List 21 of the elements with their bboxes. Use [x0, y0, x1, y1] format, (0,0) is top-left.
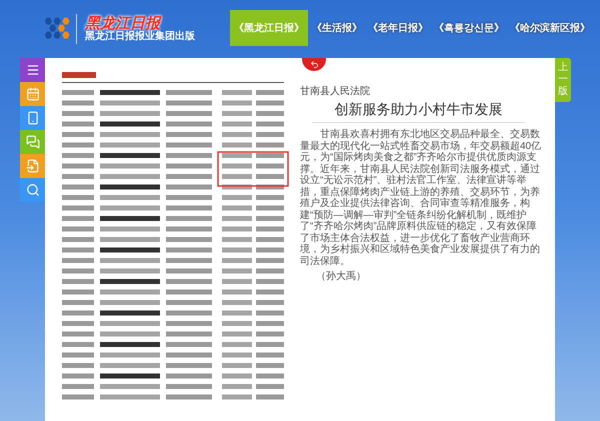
- search-icon: [26, 183, 40, 197]
- newspaper-tab[interactable]: 《老年日报》: [366, 10, 430, 46]
- publisher-text: 黑龙江日报报业集团出版: [85, 31, 195, 43]
- newspaper-tab[interactable]: 《生活报》: [310, 10, 364, 46]
- article-author: （孙大禹）: [316, 270, 367, 284]
- sidebar-button[interactable]: [20, 58, 45, 82]
- calendar-icon: [26, 87, 40, 101]
- chat-icon: [26, 135, 40, 149]
- document-arrow-icon: [26, 159, 40, 173]
- newspaper-tab[interactable]: 《흑룡강신문》: [432, 10, 506, 46]
- article-body: 甘南县欢喜村拥有东北地区交易品种最全、交易数量最大的现代化一站式牲畜交易市场，年交易额超40亿元，为“国际烤肉美食之都”齐齐哈尔市提供优质肉源支撑。近年来，甘南县人民法院创新司法服务模式，通过设立“无讼示范村”、驻村法官工作室、法律宣讲等举措，重点保障烤肉产业链上游的养殖、交易环节，为养殖户及企业提供法律咨询、合同审查等精准服务，构建“预防—调解—审判”全链条纠纷化解机制，既维护了“齐齐哈尔烤肉”品牌原料供应链的稳定，又有效保障了市场主体合法权益，进一步优化了畜牧产业营商环境，为乡村振兴和区域特色美食产业发展提供了有力的司法保障。: [300, 129, 542, 267]
- phone-icon: [26, 111, 40, 125]
- sidebar-button[interactable]: [20, 106, 45, 130]
- newspaper-logo: 黑龙江日报: [85, 15, 162, 31]
- back-arrow-icon: [310, 60, 318, 69]
- back-button[interactable]: [302, 58, 326, 71]
- article-source: 甘南县人民法院: [300, 84, 371, 99]
- newspaper-tab[interactable]: 《哈尔滨新区报》: [508, 10, 592, 46]
- sidebar-button[interactable]: [20, 178, 45, 202]
- menu-icon: [26, 63, 40, 77]
- article-title: 创新服务助力小村牛市发展: [312, 99, 525, 123]
